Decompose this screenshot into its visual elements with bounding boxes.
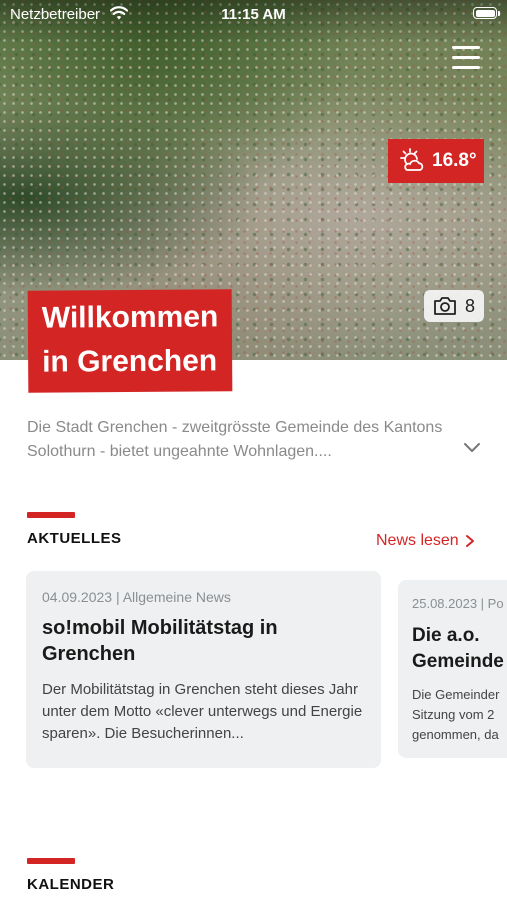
sun-cloud-icon bbox=[400, 148, 424, 171]
news-card[interactable]: 04.09.2023 | Allgemeine News so!mobil Mo… bbox=[26, 571, 381, 768]
menu-button[interactable] bbox=[450, 44, 482, 72]
news-section-title: AKTUELLES bbox=[27, 530, 122, 547]
welcome-title-line1: Willkommen bbox=[41, 300, 219, 335]
news-card-meta: 25.08.2023 | Po bbox=[412, 596, 504, 611]
news-card-headline: so!mobil Mobilitätstag in Grenchen bbox=[42, 617, 278, 665]
battery-icon bbox=[473, 7, 500, 19]
status-bar: Netzbetreiber 11:15 AM bbox=[0, 0, 507, 28]
news-card-meta: 04.09.2023 | Allgemeine News bbox=[42, 589, 231, 605]
clock: 11:15 AM bbox=[221, 6, 286, 23]
read-news-label: News lesen bbox=[376, 532, 459, 549]
intro-text: Die Stadt Grenchen - zweitgrösste Gemein… bbox=[27, 419, 443, 460]
calendar-section-title: KALENDER bbox=[27, 876, 115, 893]
chevron-down-icon[interactable] bbox=[462, 440, 482, 456]
camera-icon bbox=[434, 297, 456, 315]
news-card-teaser: Die Gemeinder Sitzung vom 2 genommen, da bbox=[412, 687, 500, 742]
news-section-marker bbox=[27, 512, 75, 518]
weather-badge[interactable]: 16.8° bbox=[388, 139, 484, 183]
temperature-label: 16.8° bbox=[432, 150, 477, 171]
read-news-link[interactable]: News lesen bbox=[376, 532, 475, 550]
chevron-right-icon bbox=[465, 535, 474, 547]
welcome-title: Willkommen in Grenchen bbox=[27, 289, 233, 393]
photo-count-label: 8 bbox=[464, 295, 475, 316]
news-card-headline: Die a.o. Gemeinde bbox=[412, 625, 504, 672]
news-card[interactable]: 25.08.2023 | Po Die a.o. Gemeinde Die Ge… bbox=[398, 580, 507, 758]
news-card-teaser: Der Mobilitätstag in Grenchen steht dies… bbox=[42, 681, 363, 742]
welcome-title-line2: in Grenchen bbox=[42, 344, 218, 379]
calendar-section-marker bbox=[27, 858, 75, 864]
photo-gallery-button[interactable]: 8 bbox=[424, 290, 484, 322]
